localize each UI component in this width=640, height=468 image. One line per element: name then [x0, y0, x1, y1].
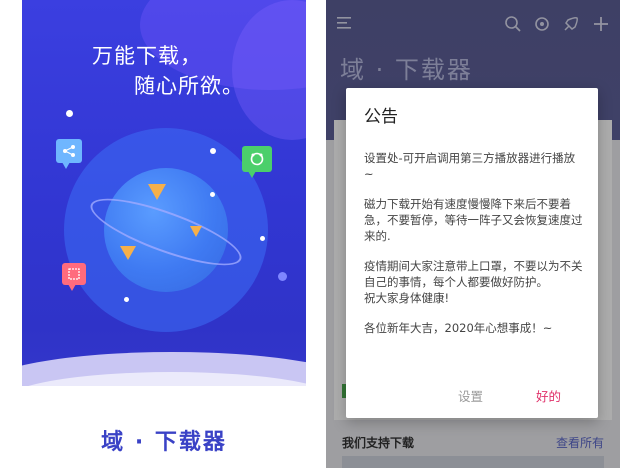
splash-slogan-line2: 随心所欲。 [134, 74, 244, 98]
splash-screen: 万能下载， 随心所欲。 域 · 下载器 [22, 0, 306, 468]
dialog-title: 公告 [364, 107, 398, 127]
star-dot [278, 272, 287, 281]
dialog-paragraph: 祝大家身体健康! [364, 291, 450, 305]
announcement-dialog: 公告 设置处-可开启调用第三方播放器进行播放~ 磁力下载开始有速度慢慢降下来后不… [346, 88, 598, 418]
star-dot [66, 110, 73, 117]
ok-button[interactable]: 好的 [536, 386, 561, 405]
star-dot [260, 236, 265, 241]
dialog-paragraph: 疫情期间大家注意带上口罩，不要以为不关自己的事情，每个人都要做好防护。 [364, 259, 583, 289]
settings-button[interactable]: 设置 [458, 386, 483, 405]
app-screen: 域 · 下载器 我们支持下载 查看所有 公告 设置处-可开启调用第三方播放器进行… [326, 0, 620, 468]
dialog-actions: 设置 好的 [346, 378, 598, 418]
dialog-body: 设置处-可开启调用第三方播放器进行播放~ 磁力下载开始有速度慢慢降下来后不要着急… [364, 150, 584, 350]
download-arrow-icon [190, 226, 202, 237]
splash-brand: 域 · 下载器 [101, 430, 227, 455]
dialog-paragraph: 磁力下载开始有速度慢慢降下来后不要着急，不要暂停，等待一阵子又会恢复速度过来的. [364, 197, 583, 243]
download-arrow-icon [148, 184, 166, 200]
star-dot [124, 297, 129, 302]
chat-icon [242, 146, 272, 178]
dialog-paragraph: 各位新年大吉，2020年心想事成！~ [364, 321, 553, 335]
dialog-paragraph: 设置处-可开启调用第三方播放器进行播放~ [364, 151, 576, 181]
star-dot [210, 148, 216, 154]
splash-slogan-line1: 万能下载， [92, 44, 202, 68]
download-arrow-icon [120, 246, 136, 260]
share-icon [56, 139, 82, 169]
grid-icon [62, 263, 86, 291]
star-dot [210, 192, 215, 197]
